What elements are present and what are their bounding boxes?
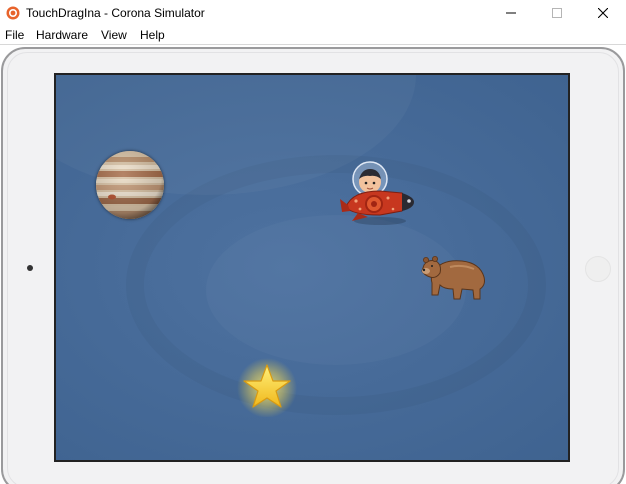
planet-jupiter-icon[interactable] xyxy=(96,151,164,219)
camera-icon xyxy=(27,265,33,271)
maximize-button[interactable] xyxy=(534,0,580,26)
menu-divider xyxy=(0,44,626,45)
rocket-astronaut-icon[interactable] xyxy=(338,157,418,227)
close-button[interactable] xyxy=(580,0,626,26)
menu-view[interactable]: View xyxy=(101,28,127,42)
window-title: TouchDragIna - Corona Simulator xyxy=(26,6,205,20)
close-icon xyxy=(598,8,608,18)
menu-file[interactable]: File xyxy=(5,28,24,42)
menu-bar: File Hardware View Help xyxy=(0,26,626,44)
menu-hardware[interactable]: Hardware xyxy=(36,28,88,42)
bear-icon[interactable] xyxy=(420,255,490,301)
maximize-icon xyxy=(552,8,562,18)
simulator-screen[interactable] xyxy=(54,73,570,462)
minimize-icon xyxy=(506,12,516,14)
star-icon[interactable] xyxy=(236,355,298,418)
corona-logo-icon xyxy=(6,6,20,20)
title-bar: TouchDragIna - Corona Simulator xyxy=(0,0,626,26)
home-button[interactable] xyxy=(585,256,611,282)
minimize-button[interactable] xyxy=(488,0,534,26)
menu-help[interactable]: Help xyxy=(140,28,165,42)
